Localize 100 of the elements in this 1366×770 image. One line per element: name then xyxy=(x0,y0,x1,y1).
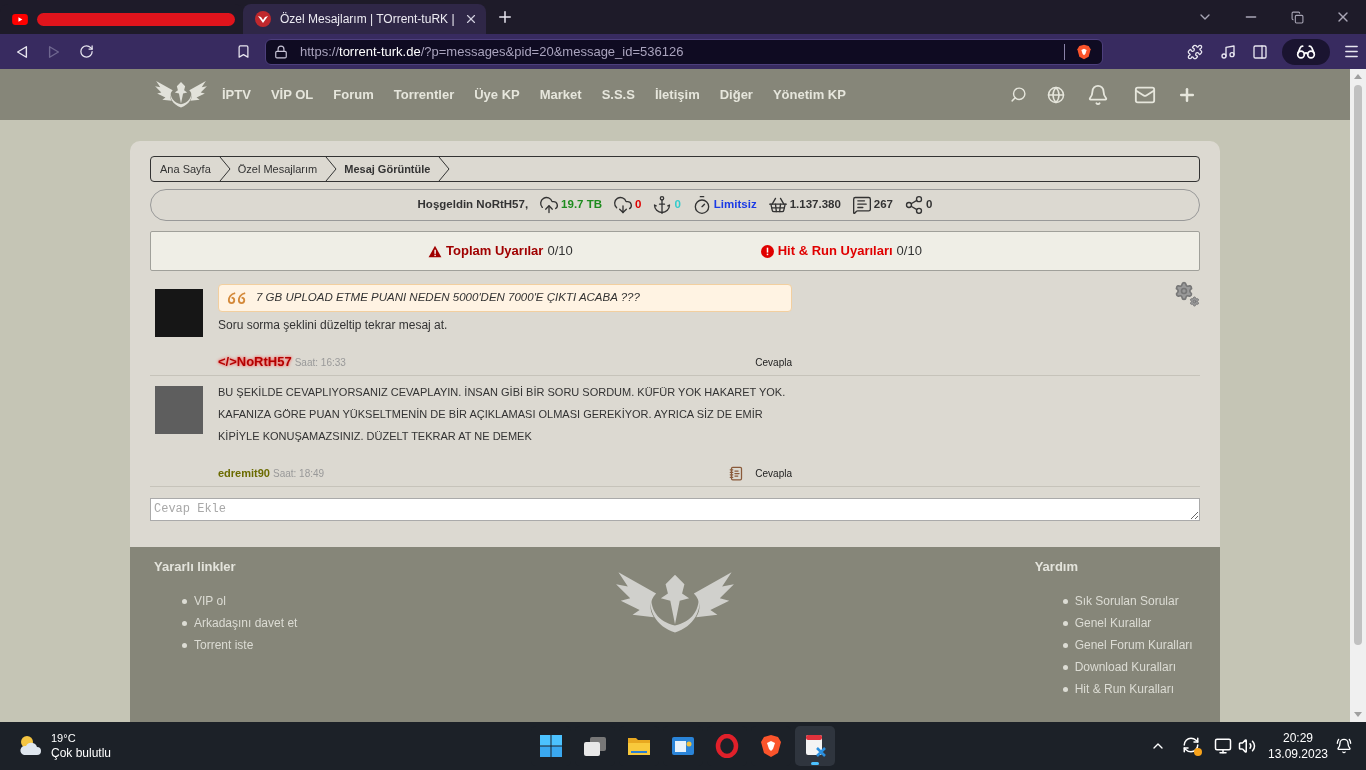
username-link[interactable]: edremit90 xyxy=(218,465,270,482)
music-icon[interactable] xyxy=(1220,43,1236,60)
message-time: Saat: 16:33 xyxy=(294,355,346,370)
nav-link[interactable]: Forum xyxy=(333,84,374,105)
bullet-icon xyxy=(1062,686,1068,692)
stat-value: 0 xyxy=(926,197,933,213)
bullet-icon xyxy=(182,620,187,626)
notification-icon[interactable] xyxy=(1336,738,1352,754)
eagle-logo xyxy=(155,80,207,109)
clock-date[interactable]: 13.09.2023 xyxy=(1267,746,1329,762)
anchor-icon xyxy=(652,195,673,215)
sidebar-icon[interactable] xyxy=(1252,43,1268,60)
reply-link[interactable]: Cevapla xyxy=(755,466,792,481)
bullet-icon xyxy=(1062,664,1068,670)
temperature-text: 19°C xyxy=(51,731,77,745)
nav-link[interactable]: S.S.S xyxy=(601,84,635,105)
stat-value: 0 xyxy=(635,197,642,213)
stat-value: 267 xyxy=(873,197,893,213)
address-field[interactable]: https://torrent-turk.de/?p=messages&pid=20&message_id=536126 xyxy=(265,38,1103,65)
bell-icon[interactable] xyxy=(1087,83,1109,106)
play-button-icon xyxy=(12,13,28,25)
bullet-icon xyxy=(1062,620,1068,626)
warning-triangle-icon xyxy=(428,244,443,258)
speaker-icon[interactable] xyxy=(1238,737,1256,755)
task-view-icon xyxy=(583,734,607,758)
restore-icon[interactable] xyxy=(1290,10,1304,24)
notebook-icon[interactable] xyxy=(729,465,745,482)
document-icon xyxy=(803,734,827,758)
shield-icon xyxy=(1076,43,1092,60)
speech-bubble-icon xyxy=(851,195,872,215)
globe-icon[interactable] xyxy=(1047,85,1065,104)
shield-icon xyxy=(759,734,783,758)
quote-icon xyxy=(227,290,247,306)
reply-field[interactable]: Cevap Ekle xyxy=(150,498,1200,521)
footer-link[interactable]: Torrent iste xyxy=(194,636,254,654)
bullet-icon xyxy=(1062,598,1068,604)
close-icon[interactable] xyxy=(464,12,478,26)
footer-link[interactable]: Arkadaşını davet et xyxy=(194,614,298,632)
cloudy-moon-icon xyxy=(18,734,42,758)
warning-label: Hit & Run Uyarıları xyxy=(777,242,893,261)
footer-heading: Yardım xyxy=(1034,559,1079,575)
nav-link[interactable]: İPTV xyxy=(222,84,251,105)
footer-link[interactable]: Genel Kurallar xyxy=(1074,614,1152,632)
warning-count: 0/10 xyxy=(547,242,573,261)
breadcrumb-link[interactable]: Özel Mesajlarım xyxy=(237,160,318,178)
message-text: Soru sorma şeklini düzeltip tekrar mesaj at. xyxy=(218,317,448,333)
back-icon[interactable] xyxy=(15,44,29,59)
stat-value: 19.7 TB xyxy=(561,197,603,213)
bullet-icon xyxy=(182,642,187,648)
footer-link[interactable]: Genel Forum Kuralları xyxy=(1074,636,1193,654)
nav-link[interactable]: Torrentler xyxy=(393,84,455,105)
weather-condition: Çok bulutlu xyxy=(51,745,112,761)
bookmark-icon[interactable] xyxy=(236,44,251,59)
nav-link[interactable]: Üye KP xyxy=(474,84,520,105)
nav-link[interactable]: VİP OL xyxy=(270,84,314,105)
username-link[interactable]: </>NoRtH57 xyxy=(218,352,292,372)
avatar-image xyxy=(155,289,203,337)
browser-tab[interactable]: Özel Mesajlarım | TOrrent-tuRK | xyxy=(243,4,486,34)
sync-icon[interactable] xyxy=(1182,736,1202,756)
stat-value: Limitsiz xyxy=(713,197,757,213)
footer-link[interactable]: VIP ol xyxy=(194,592,226,610)
footer-heading: Yararlı linkler xyxy=(154,559,237,575)
nav-link[interactable]: Market xyxy=(539,84,582,105)
gears-icon[interactable] xyxy=(1174,281,1200,307)
stat-value: 1.137.380 xyxy=(789,197,841,213)
footer-link[interactable]: Hit & Run Kuralları xyxy=(1074,680,1175,698)
extensions-icon[interactable] xyxy=(1187,43,1203,60)
basket-icon xyxy=(767,195,788,215)
menu-icon[interactable] xyxy=(1343,43,1360,60)
glasses-button[interactable] xyxy=(1282,38,1330,65)
message-text: BU ŞEKİLDE CEVAPLIYORSANIZ CEVAPLAYIN. İNSAN GİBİ BİR SORU SORDUM. KÜFÜR YOK HAKARET YOK. KAFANIZA GÖRE PUAN YÜKSELTMENİN DE BİR AÇIKLAMASI OLMASI GEREKİYOR. AYRICA SİZ DE EMİR KİPİYLE KONUŞAMAZSINIZ. DÜZELT TEKRAR AT NE DEMEK xyxy=(218,385,786,444)
ring-icon xyxy=(715,734,739,758)
scrollbar-thumb[interactable] xyxy=(1354,85,1362,645)
reload-icon[interactable] xyxy=(79,44,94,59)
active-indicator xyxy=(811,762,819,765)
monitor-icon[interactable] xyxy=(1214,737,1232,755)
breadcrumb-link[interactable]: Ana Sayfa xyxy=(160,160,211,178)
search-icon[interactable] xyxy=(1010,86,1027,103)
share-icon xyxy=(904,195,924,215)
breadcrumb-link[interactable]: Mesaj Görüntüle xyxy=(344,160,431,178)
exclamation-circle-icon xyxy=(760,244,774,258)
new-tab-icon[interactable] xyxy=(496,8,514,26)
start-icon xyxy=(539,734,563,758)
reply-link[interactable]: Cevapla xyxy=(755,354,792,370)
nav-link[interactable]: İletişim xyxy=(654,84,700,105)
clock-time[interactable]: 20:29 xyxy=(1283,730,1313,746)
cloud-download-icon xyxy=(613,195,634,215)
warning-label: Toplam Uyarılar xyxy=(446,242,544,261)
lock-icon xyxy=(274,44,288,59)
bullet-icon xyxy=(1062,642,1068,648)
taskbar-button[interactable] xyxy=(795,726,835,766)
scrollbar-track[interactable] xyxy=(1350,69,1366,722)
quote-text: 7 GB UPLOAD ETME PUANI NEDEN 5000'DEN 7000'E ÇIKTI ACABA ??? xyxy=(256,290,640,306)
nav-link[interactable]: Yönetim KP xyxy=(772,84,846,105)
nav-link[interactable]: Diğer xyxy=(719,84,753,105)
app-window-icon xyxy=(671,734,695,758)
footer-link[interactable]: Download Kuralları xyxy=(1074,658,1177,676)
cloud-upload-icon xyxy=(539,195,560,215)
greeting-text: Hoşgeldin NoRtH57, xyxy=(417,197,529,213)
footer-link[interactable]: Sık Sorulan Sorular xyxy=(1074,592,1179,610)
